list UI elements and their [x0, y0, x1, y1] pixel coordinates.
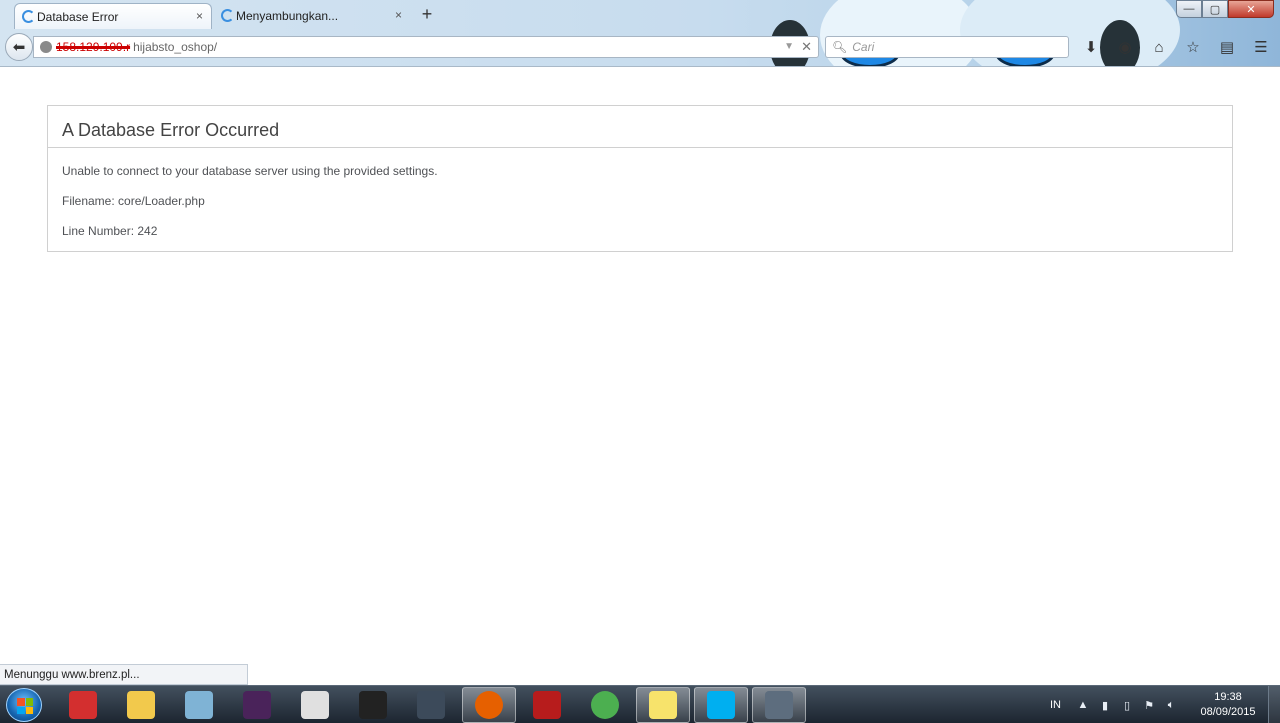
new-tab-button[interactable]: +: [418, 4, 436, 25]
taskbar-app-shield-app[interactable]: [520, 687, 574, 723]
tab-label: Database Error: [37, 9, 119, 24]
taskbar-app-explorer[interactable]: [114, 687, 168, 723]
show-desktop-button[interactable]: [1268, 686, 1280, 723]
search-icon: 🔍︎: [832, 40, 848, 54]
language-indicator[interactable]: IN: [1050, 699, 1061, 711]
taskbar-app-sticky-notes[interactable]: [636, 687, 690, 723]
tab-database-error[interactable]: Database Error ×: [14, 3, 212, 29]
taskbar-app-pes-game[interactable]: [346, 687, 400, 723]
show-hidden-icons-icon[interactable]: ▲: [1077, 699, 1089, 711]
tab-strip: Database Error × Menyambungkan... × +: [0, 0, 800, 30]
firefox-icon: [475, 691, 503, 719]
pes-game-icon: [359, 691, 387, 719]
skype-icon: [707, 691, 735, 719]
soldier-game-icon: [417, 691, 445, 719]
pte-patch-icon: [301, 691, 329, 719]
taskbar-clock[interactable]: 19:38 08/09/2015: [1196, 690, 1260, 720]
error-container: A Database Error Occurred Unable to conn…: [47, 105, 1233, 252]
close-tab-icon[interactable]: ×: [196, 9, 203, 23]
taskbar-app-chrome[interactable]: [578, 687, 632, 723]
maximize-button[interactable]: ▢: [1202, 0, 1228, 18]
browser-chrome: Database Error × Menyambungkan... × + — …: [0, 0, 1280, 67]
url-bar[interactable]: 158.129.109.r hijabsto_oshop/ ▼ ✕: [33, 36, 819, 58]
chrome-icon: [591, 691, 619, 719]
clock-date: 08/09/2015: [1200, 706, 1256, 718]
notes-app-icon: [185, 691, 213, 719]
network-error-icon[interactable]: ⚑: [1143, 699, 1155, 712]
taskbar-app-network-app[interactable]: [752, 687, 806, 723]
taskbar-app-firefox[interactable]: [462, 687, 516, 723]
battery-icon[interactable]: ▯: [1121, 699, 1133, 712]
volume-muted-icon[interactable]: 🔈︎: [1165, 699, 1177, 711]
close-tab-icon[interactable]: ×: [395, 8, 402, 22]
search-placeholder: Cari: [852, 40, 875, 54]
minimize-button[interactable]: —: [1176, 0, 1202, 18]
taskbar-app-soldier-game[interactable]: [404, 687, 458, 723]
taskbar-app-video-app[interactable]: [230, 687, 284, 723]
page-content: A Database Error Occurred Unable to conn…: [0, 67, 1280, 663]
pen-app-icon: [69, 691, 97, 719]
reading-list-icon[interactable]: ▤: [1216, 36, 1238, 58]
back-arrow-icon: ⬅: [12, 39, 26, 56]
error-filename: Filename: core/Loader.php: [62, 194, 205, 208]
loading-spinner-icon: [221, 9, 234, 22]
windows-taskbar: IN ▲ ▮ ▯ ⚑ 🔈︎ 19:38 08/09/2015: [0, 685, 1280, 723]
video-app-icon: [243, 691, 271, 719]
download-icon[interactable]: ⬇: [1080, 36, 1102, 58]
shield-app-icon: [533, 691, 561, 719]
back-button[interactable]: ⬅: [5, 33, 33, 61]
star-icon[interactable]: ☆: [1182, 36, 1204, 58]
stop-loading-icon[interactable]: ✕: [801, 39, 812, 55]
signal-icon[interactable]: ▮: [1099, 699, 1111, 712]
toolbar-icons: ⬇ ◉ ⌂ ☆ ▤ ☰: [1080, 36, 1272, 58]
taskbar-app-notes-app[interactable]: [172, 687, 226, 723]
search-input[interactable]: 🔍︎ Cari: [825, 36, 1069, 58]
taskbar-app-pte-patch[interactable]: [288, 687, 342, 723]
network-app-icon: [765, 691, 793, 719]
taskbar-app-pen-app[interactable]: [56, 687, 110, 723]
close-window-button[interactable]: ✕: [1228, 0, 1274, 18]
error-line-number: Line Number: 242: [62, 224, 158, 238]
status-bar: Menunggu www.brenz.pl...: [0, 664, 248, 685]
loading-spinner-icon: [22, 10, 35, 23]
url-dropdown-icon[interactable]: ▼: [784, 41, 794, 52]
system-tray: IN ▲ ▮ ▯ ⚑ 🔈︎: [1050, 686, 1177, 723]
error-message: Unable to connect to your database serve…: [62, 164, 438, 178]
error-heading: A Database Error Occurred: [48, 106, 1232, 148]
window-controls: — ▢ ✕: [1176, 0, 1274, 18]
pocket-icon[interactable]: ◉: [1114, 36, 1136, 58]
url-host-redacted: 158.129.109.r: [56, 40, 131, 54]
tab-menyambungkan[interactable]: Menyambungkan... ×: [214, 3, 410, 29]
tab-label: Menyambungkan...: [236, 9, 339, 23]
url-path: hijabsto_oshop/: [133, 40, 218, 54]
navigation-toolbar: ⬅ 158.129.109.r hijabsto_oshop/ ▼ ✕ 🔍︎ C…: [0, 30, 1280, 66]
globe-icon: [40, 41, 52, 53]
explorer-icon: [127, 691, 155, 719]
clock-time: 19:38: [1214, 691, 1242, 703]
taskbar-app-skype[interactable]: [694, 687, 748, 723]
sticky-notes-icon: [649, 691, 677, 719]
windows-logo-icon: [17, 698, 33, 714]
menu-icon[interactable]: ☰: [1250, 36, 1272, 58]
start-button[interactable]: [6, 688, 42, 722]
home-icon[interactable]: ⌂: [1148, 36, 1170, 58]
